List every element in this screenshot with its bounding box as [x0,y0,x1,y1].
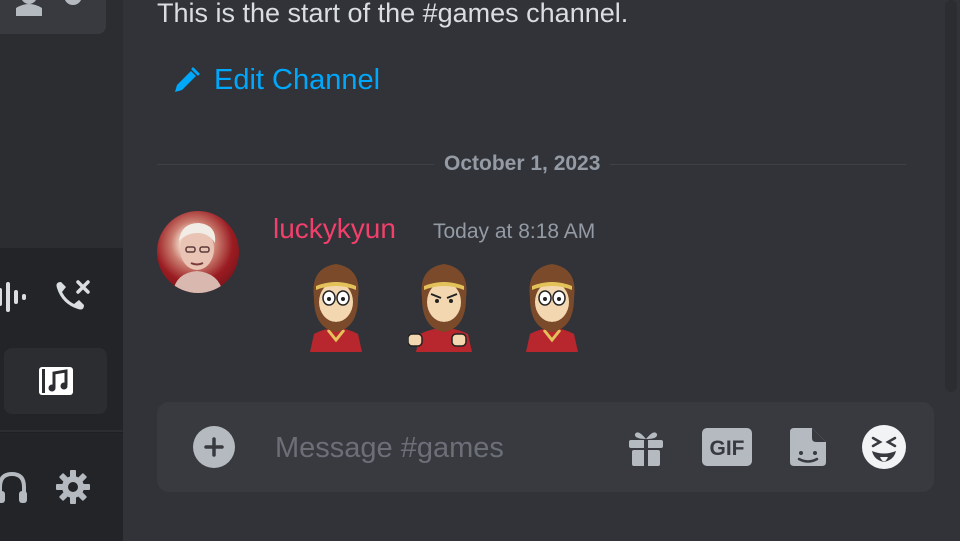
emoji-icon [862,425,906,469]
soundboard-icon[interactable] [0,280,30,314]
channel-welcome-text: This is the start of the #games channel. [157,0,629,28]
message-input[interactable] [273,426,597,470]
user-settings-bar[interactable] [0,0,106,34]
music-activity-icon [38,367,73,395]
gif-label: GIF [710,437,745,460]
message-author[interactable]: luckykyun [273,213,396,245]
avatar[interactable] [157,211,239,293]
gif-button[interactable]: GIF [701,426,753,468]
disconnect-call-icon[interactable] [53,278,93,316]
upload-button[interactable] [193,426,235,468]
edit-channel-button[interactable]: Edit Channel [172,64,380,97]
user-icon [16,0,42,16]
headphones-icon[interactable] [0,471,28,505]
channel-sidebar [0,0,123,541]
sticker-row [300,258,588,352]
pencil-icon [175,67,200,92]
monkey-king-fists-sticker[interactable] [408,258,480,352]
date-divider-label: October 1, 2023 [434,152,611,176]
sticker-button[interactable] [785,426,829,468]
gif-icon: GIF [702,428,752,466]
monkey-king-sticker[interactable] [300,258,372,352]
avatar-image [173,223,223,293]
chat-scrollbar[interactable] [945,0,957,392]
monkey-king-sticker[interactable] [516,258,588,352]
message-composer: GIF [157,402,934,492]
emoji-button[interactable] [860,425,908,469]
plus-icon [204,437,224,457]
sticker-icon [790,428,826,466]
gear-icon[interactable] [58,0,88,16]
user-panel [0,432,123,541]
music-activity-button[interactable] [4,348,107,414]
edit-channel-label: Edit Channel [214,64,381,96]
settings-gear-icon[interactable] [55,469,91,505]
message-timestamp: Today at 8:18 AM [433,220,596,243]
gift-icon [629,432,663,466]
gift-button[interactable] [625,426,667,468]
